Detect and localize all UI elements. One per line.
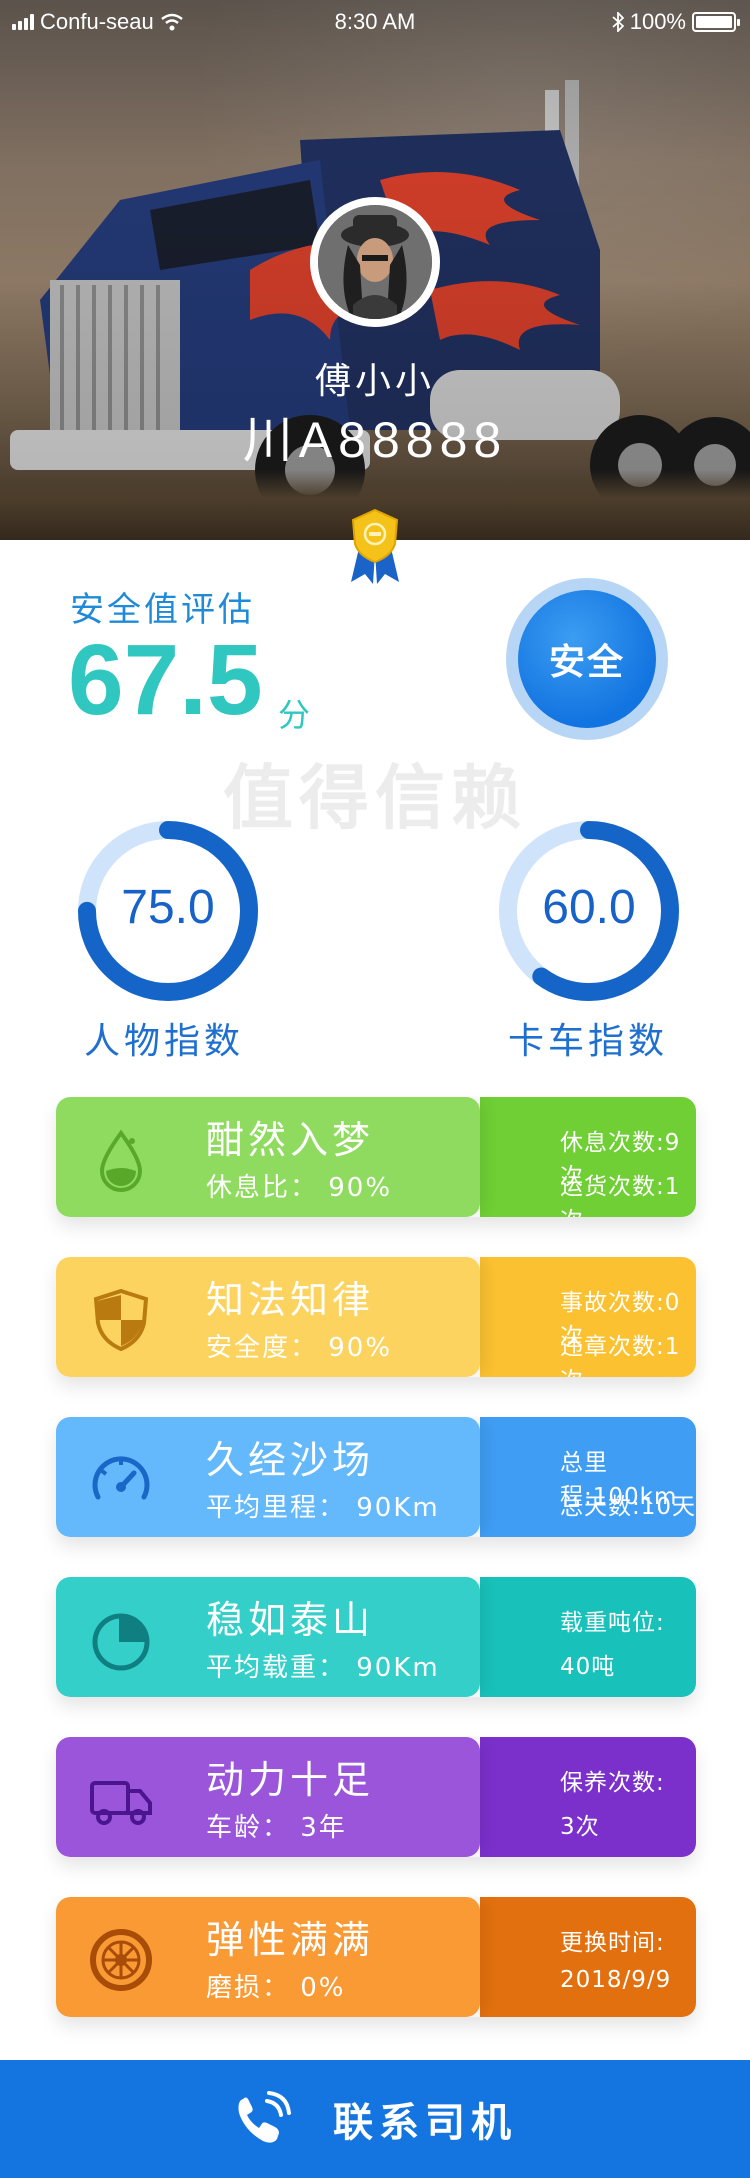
status-bar: Confu-seau 8:30 AM 100%	[0, 0, 750, 44]
card-title: 动力十足	[206, 1758, 375, 1802]
battery-percent: 100%	[629, 9, 686, 34]
card-side-line2: 违章次数:1次	[560, 1334, 681, 1377]
contact-driver-label: 联系司机	[333, 2100, 517, 2146]
card-side-line2: 3次	[560, 1814, 600, 1840]
speedometer-icon	[92, 1456, 150, 1500]
driver-name: 傅小小	[314, 361, 435, 402]
card-side-line1: 保养次数:	[560, 1770, 665, 1796]
shield-icon	[93, 1288, 149, 1352]
bluetooth-icon	[612, 12, 624, 32]
card-subtitle: 磨损： 0%	[206, 1973, 346, 2003]
card-rest[interactable]: 酣然入梦 休息比： 90% 休息次数:9次 运货次数:1次	[56, 1097, 696, 1217]
safety-score: 67.5	[68, 624, 263, 736]
truck-index-value: 60.0	[542, 881, 636, 934]
water-drop-icon	[99, 1129, 143, 1192]
contact-driver-button[interactable]: 联系司机	[0, 2060, 750, 2178]
card-mileage[interactable]: 久经沙场 平均里程： 90Km 总里程:100km 总天数:10天	[56, 1417, 696, 1537]
safety-badge-label: 安全	[518, 590, 656, 728]
avatar-photo	[318, 205, 432, 319]
card-law[interactable]: 知法知律 安全度： 90% 事故次数:0次 违章次数:1次	[56, 1257, 696, 1377]
card-title: 知法知律	[206, 1278, 375, 1322]
person-index-value: 75.0	[121, 881, 215, 934]
medal-icon	[351, 508, 399, 584]
card-subtitle: 安全度： 90%	[206, 1333, 393, 1363]
person-index-ring: 75.0	[77, 820, 259, 1002]
card-subtitle: 休息比： 90%	[206, 1173, 393, 1203]
license-plate: 川A88888	[242, 412, 508, 468]
battery-icon	[692, 12, 740, 32]
card-side-line2: 运货次数:1次	[560, 1174, 681, 1217]
person-index-label: 人物指数	[83, 1021, 244, 1062]
truck-index-ring: 60.0	[498, 820, 680, 1002]
card-subtitle: 平均里程： 90Km	[206, 1493, 440, 1523]
card-title: 稳如泰山	[206, 1598, 375, 1642]
card-side-line2: 2018/9/9	[560, 1967, 672, 1993]
card-load[interactable]: 稳如泰山 平均载重： 90Km 载重吨位: 40吨	[56, 1577, 696, 1697]
safety-badge: 安全	[506, 578, 668, 740]
delivery-truck-icon	[90, 1781, 152, 1825]
card-side-line1: 更换时间:	[560, 1930, 665, 1956]
card-subtitle: 车龄： 3年	[206, 1813, 347, 1843]
card-side-line2: 40吨	[560, 1654, 616, 1680]
card-tire[interactable]: 弹性满满 磨损： 0% 更换时间: 2018/9/9	[56, 1897, 696, 2017]
card-side-line1: 载重吨位:	[560, 1610, 665, 1636]
truck-index-label: 卡车指数	[507, 1021, 668, 1062]
card-title: 弹性满满	[206, 1918, 375, 1962]
card-title: 酣然入梦	[206, 1118, 375, 1162]
card-side-line2: 总天数:10天	[560, 1494, 696, 1520]
safety-score-unit: 分	[278, 696, 311, 734]
card-title: 久经沙场	[206, 1438, 375, 1482]
pie-chart-icon	[92, 1613, 150, 1671]
tire-icon	[90, 1929, 152, 1991]
driver-avatar[interactable]	[310, 197, 440, 327]
card-power[interactable]: 动力十足 车龄： 3年 保养次数: 3次	[56, 1737, 696, 1857]
phone-icon	[238, 2091, 291, 2143]
card-subtitle: 平均载重： 90Km	[206, 1653, 440, 1683]
